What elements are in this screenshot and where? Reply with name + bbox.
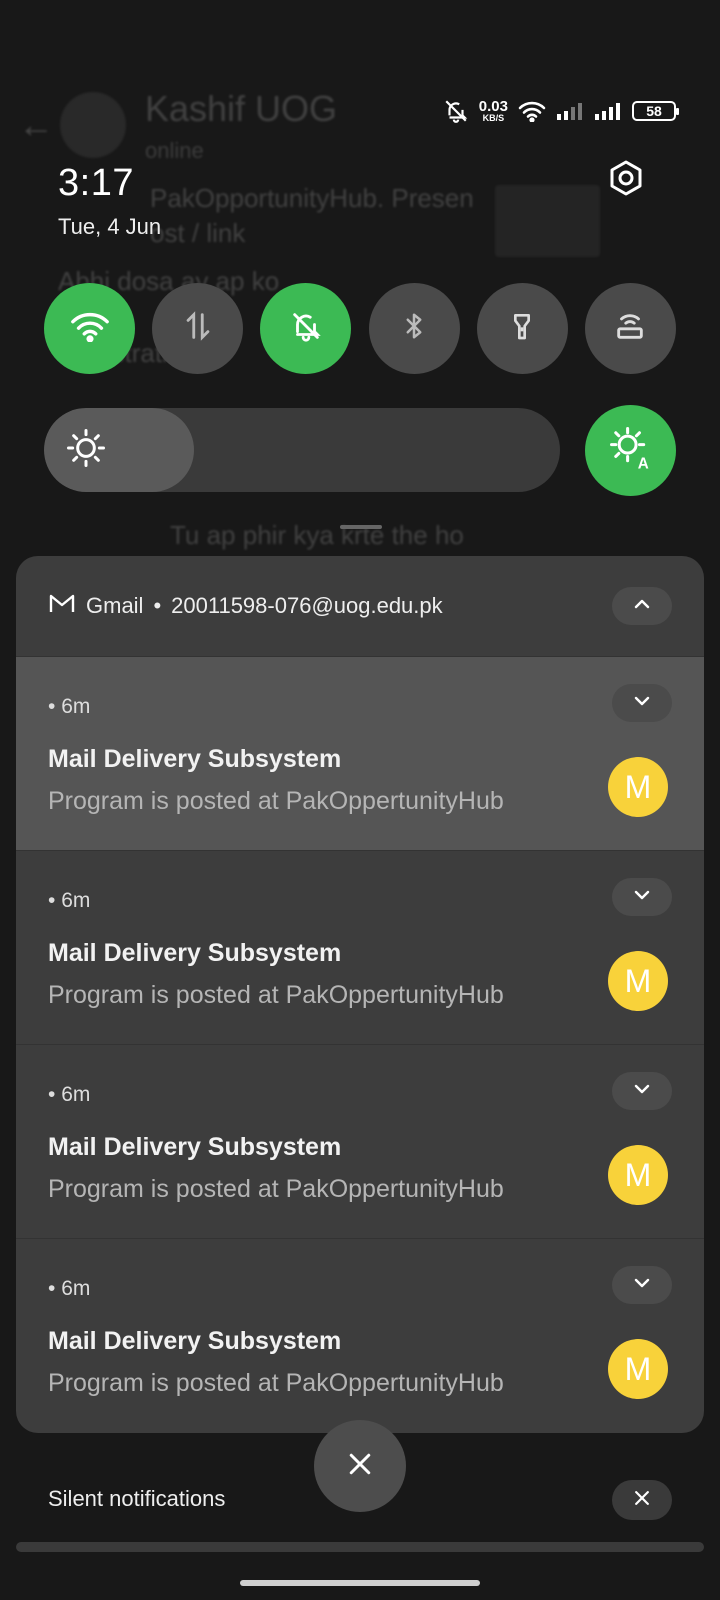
- bg-message: ost / link: [150, 218, 246, 248]
- bell-off-icon: [289, 309, 323, 348]
- silent-notifications-bar[interactable]: [16, 1542, 704, 1552]
- tile-bluetooth[interactable]: [368, 283, 460, 374]
- wifi-status-icon: [518, 100, 546, 122]
- sender-avatar: M: [608, 951, 668, 1011]
- sender-avatar: M: [608, 1145, 668, 1205]
- notification-item[interactable]: • 6m Mail Delivery Subsystem Program is …: [16, 1044, 704, 1238]
- chevron-down-icon: [633, 694, 651, 712]
- flashlight-icon: [506, 308, 538, 349]
- date[interactable]: Tue, 4 Jun: [58, 214, 161, 240]
- data-arrows-icon: [181, 309, 215, 348]
- brightness-slider[interactable]: [44, 408, 560, 492]
- notification-item[interactable]: • 6m Mail Delivery Subsystem Program is …: [16, 656, 704, 850]
- notification-preview: Program is posted at PakOppertunityHub: [48, 1369, 504, 1397]
- bluetooth-icon: [399, 309, 429, 348]
- expand-button[interactable]: [612, 684, 672, 722]
- notification-time: 6m: [61, 1083, 91, 1106]
- gear-icon: [606, 158, 646, 203]
- gmail-icon: [48, 592, 76, 620]
- notification-time-row: • 6m: [48, 695, 91, 718]
- drag-handle[interactable]: [340, 525, 382, 529]
- tile-hotspot[interactable]: [584, 283, 676, 374]
- clock[interactable]: 3:17: [58, 162, 134, 205]
- separator-dot: •: [153, 593, 162, 618]
- bg-message: PakOpportunityHub. Presen: [150, 183, 474, 213]
- notification-group-header[interactable]: Gmail • 20011598-076@uog.edu.pk: [16, 556, 704, 656]
- chevron-down-icon: [633, 888, 651, 906]
- clear-all-button[interactable]: [314, 1420, 406, 1512]
- sender-avatar: M: [608, 757, 668, 817]
- close-icon: [632, 1488, 652, 1513]
- notification-time: 6m: [61, 889, 91, 912]
- expand-button[interactable]: [612, 1072, 672, 1110]
- tile-silent[interactable]: [260, 283, 352, 374]
- chevron-down-icon: [633, 1276, 651, 1294]
- notification-time-row: • 6m: [48, 889, 91, 912]
- tile-mobile-data[interactable]: [152, 283, 244, 374]
- brightness-slider-fill[interactable]: [44, 408, 194, 492]
- notification-sender: Mail Delivery Subsystem: [48, 939, 342, 967]
- notification-item[interactable]: • 6m Mail Delivery Subsystem Program is …: [16, 1238, 704, 1432]
- network-speed: 0.03 KB/S: [479, 99, 508, 123]
- sun-icon: [66, 428, 106, 473]
- tile-flashlight[interactable]: [476, 283, 568, 374]
- settings-button[interactable]: [604, 158, 648, 202]
- bg-message: Tu ap phir kya krte the ho: [170, 520, 464, 550]
- network-speed-value: 0.03: [478, 98, 508, 115]
- auto-brightness-button[interactable]: A: [585, 405, 676, 496]
- battery-level: 58: [646, 103, 662, 119]
- back-arrow-icon: ←: [18, 104, 54, 145]
- contact-avatar: [60, 92, 126, 158]
- notification-preview: Program is posted at PakOppertunityHub: [48, 787, 504, 815]
- contact-name: Kashif UOG: [145, 88, 338, 129]
- notification-time: 6m: [61, 695, 91, 718]
- app-name: Gmail: [86, 593, 144, 618]
- network-speed-unit: KB/S: [482, 113, 505, 123]
- wifi-icon: [70, 310, 110, 347]
- notification-time: 6m: [61, 1277, 91, 1300]
- notification-sender: Mail Delivery Subsystem: [48, 1133, 342, 1161]
- notification-sender: Mail Delivery Subsystem: [48, 745, 342, 773]
- notification-time-row: • 6m: [48, 1277, 91, 1300]
- notification-panel: Gmail • 20011598-076@uog.edu.pk • 6m Mai…: [16, 556, 704, 1433]
- notification-item[interactable]: • 6m Mail Delivery Subsystem Program is …: [16, 850, 704, 1044]
- svg-text:A: A: [637, 455, 648, 470]
- notification-preview: Program is posted at PakOppertunityHub: [48, 1175, 504, 1203]
- chevron-up-icon: [633, 597, 651, 615]
- notification-preview: Program is posted at PakOppertunityHub: [48, 981, 504, 1009]
- silent-notifications-label: Silent notifications: [48, 1486, 226, 1511]
- notification-sender: Mail Delivery Subsystem: [48, 1327, 342, 1355]
- home-indicator[interactable]: [240, 1580, 480, 1586]
- notification-app-info: Gmail • 20011598-076@uog.edu.pk: [48, 592, 443, 620]
- hotspot-icon: [612, 309, 648, 348]
- battery-icon: 58: [632, 101, 679, 121]
- status-bar: 0.03 KB/S 58: [443, 96, 679, 126]
- expand-button[interactable]: [612, 878, 672, 916]
- quick-settings-tiles: [44, 283, 676, 374]
- bg-thumbnail: [495, 185, 600, 257]
- contact-status: online: [145, 138, 204, 163]
- notification-time-row: • 6m: [48, 1083, 91, 1106]
- account-email: 20011598-076@uog.edu.pk: [171, 593, 443, 618]
- sender-avatar: M: [608, 1339, 668, 1399]
- signal-icon: [556, 100, 584, 122]
- chevron-down-icon: [633, 1082, 651, 1100]
- auto-brightness-icon: A: [609, 426, 653, 475]
- collapse-button[interactable]: [612, 587, 672, 625]
- silent-dismiss-button[interactable]: [612, 1480, 672, 1520]
- mute-icon: [443, 98, 469, 124]
- tile-wifi[interactable]: [44, 283, 135, 374]
- expand-button[interactable]: [612, 1266, 672, 1304]
- close-icon: [345, 1449, 375, 1484]
- signal-icon: [594, 100, 622, 122]
